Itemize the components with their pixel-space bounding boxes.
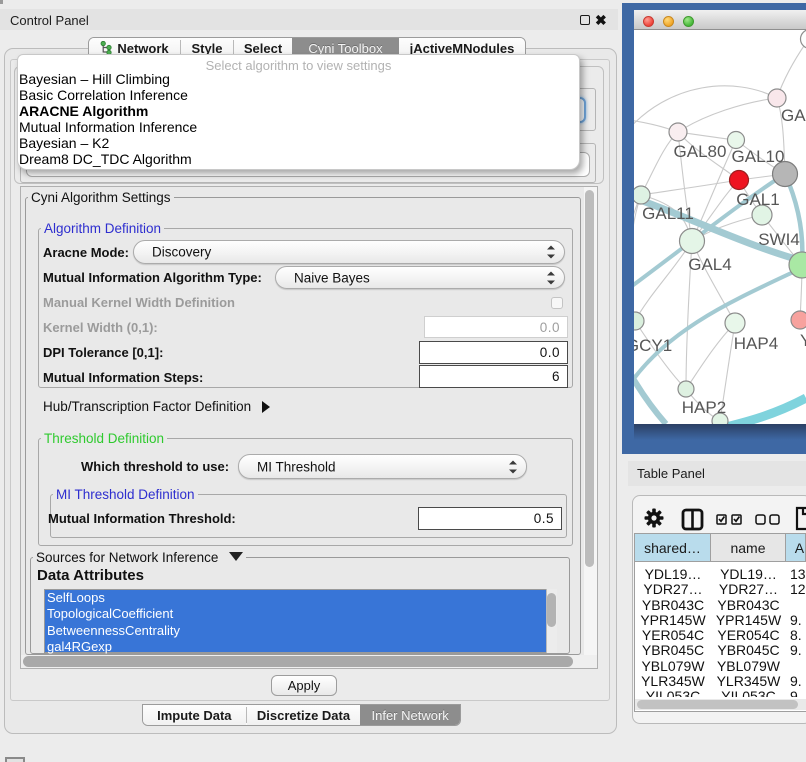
svg-text:HAP2: HAP2 [682,398,726,417]
svg-text:GAL1: GAL1 [736,190,779,209]
svg-text:GAL: GAL [781,106,806,125]
svg-text:HAP4: HAP4 [734,334,778,353]
svg-text:GAL10: GAL10 [732,147,785,166]
svg-text:GAL11: GAL11 [642,204,694,223]
svg-text:SWI4: SWI4 [758,230,800,249]
svg-text:GAL80: GAL80 [674,142,727,161]
svg-text:GAL4: GAL4 [688,255,731,274]
svg-text:GCY1: GCY1 [634,336,672,355]
svg-text:Y: Y [800,331,806,350]
